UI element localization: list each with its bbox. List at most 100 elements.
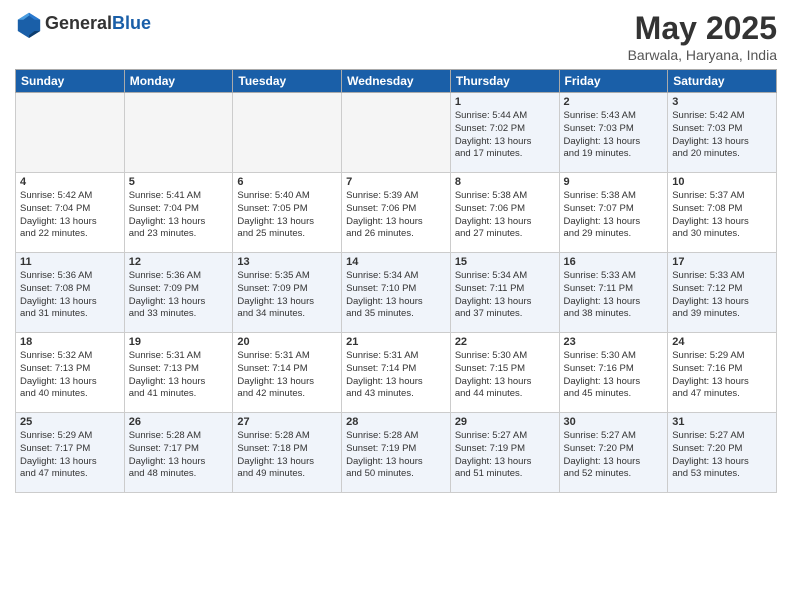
calendar-cell: 9 Sunrise: 5:38 AM Sunset: 7:07 PM Daylig… bbox=[559, 173, 668, 253]
day-number: 24 bbox=[672, 336, 772, 348]
calendar-cell: 7Sunrise: 5:39 AM Sunset: 7:06 PM Daylig… bbox=[342, 173, 451, 253]
header-cell-friday: Friday bbox=[559, 70, 668, 93]
day-info: Sunrise: 5:33 AM Sunset: 7:11 PM Dayligh… bbox=[564, 270, 664, 321]
day-number: 17 bbox=[672, 256, 772, 268]
title-block: May 2025 Barwala, Haryana, India bbox=[628, 10, 777, 63]
header-cell-thursday: Thursday bbox=[450, 70, 559, 93]
calendar-cell: 15 Sunrise: 5:34 AM Sunset: 7:11 PM Dayli… bbox=[450, 253, 559, 333]
day-info: Sunrise: 5:28 AM Sunset: 7:18 PM Dayligh… bbox=[237, 430, 337, 481]
day-number: 2 bbox=[564, 96, 664, 108]
calendar-cell: 31Sunrise: 5:27 AM Sunset: 7:20 PM Dayli… bbox=[668, 413, 777, 493]
day-info: Sunrise: 5:37 AM Sunset: 7:08 PM Dayligh… bbox=[672, 190, 772, 241]
day-info: Sunrise: 5:36 AM Sunset: 7:09 PM Dayligh… bbox=[129, 270, 229, 321]
day-info: Sunrise: 5:38 AM Sunset: 7:07 PM Dayligh… bbox=[564, 190, 664, 241]
day-number: 28 bbox=[346, 416, 446, 428]
day-number: 25 bbox=[20, 416, 120, 428]
logo-icon bbox=[15, 10, 43, 38]
calendar-cell: 17 Sunrise: 5:33 AM Sunset: 7:12 PM Dayli… bbox=[668, 253, 777, 333]
header: GeneralBlue May 2025 Barwala, Haryana, I… bbox=[15, 10, 777, 63]
day-number: 20 bbox=[237, 336, 337, 348]
header-cell-monday: Monday bbox=[124, 70, 233, 93]
calendar-cell: 21Sunrise: 5:31 AM Sunset: 7:14 PM Dayli… bbox=[342, 333, 451, 413]
day-info: Sunrise: 5:30 AM Sunset: 7:16 PM Dayligh… bbox=[564, 350, 664, 401]
calendar-cell bbox=[342, 93, 451, 173]
day-info: Sunrise: 5:31 AM Sunset: 7:13 PM Dayligh… bbox=[129, 350, 229, 401]
day-info: Sunrise: 5:34 AM Sunset: 7:11 PM Dayligh… bbox=[455, 270, 555, 321]
calendar-cell: 26Sunrise: 5:28 AM Sunset: 7:17 PM Dayli… bbox=[124, 413, 233, 493]
day-number: 22 bbox=[455, 336, 555, 348]
day-number: 9 bbox=[564, 176, 664, 188]
calendar-cell: 12 Sunrise: 5:36 AM Sunset: 7:09 PM Dayli… bbox=[124, 253, 233, 333]
calendar-cell: 5Sunrise: 5:41 AM Sunset: 7:04 PM Daylig… bbox=[124, 173, 233, 253]
day-number: 3 bbox=[672, 96, 772, 108]
day-number: 14 bbox=[346, 256, 446, 268]
day-number: 11 bbox=[20, 256, 120, 268]
calendar-header-row: SundayMondayTuesdayWednesdayThursdayFrid… bbox=[16, 70, 777, 93]
day-number: 10 bbox=[672, 176, 772, 188]
calendar-cell: 20 Sunrise: 5:31 AM Sunset: 7:14 PM Dayli… bbox=[233, 333, 342, 413]
day-number: 27 bbox=[237, 416, 337, 428]
day-number: 1 bbox=[455, 96, 555, 108]
calendar-page: GeneralBlue May 2025 Barwala, Haryana, I… bbox=[0, 0, 792, 612]
calendar-cell bbox=[16, 93, 125, 173]
day-number: 12 bbox=[129, 256, 229, 268]
calendar-cell: 28 Sunrise: 5:28 AM Sunset: 7:19 PM Dayli… bbox=[342, 413, 451, 493]
day-info: Sunrise: 5:43 AM Sunset: 7:03 PM Dayligh… bbox=[564, 110, 664, 161]
calendar-cell: 30Sunrise: 5:27 AM Sunset: 7:20 PM Dayli… bbox=[559, 413, 668, 493]
calendar-week-row: 4 Sunrise: 5:42 AM Sunset: 7:04 PM Daylig… bbox=[16, 173, 777, 253]
header-cell-sunday: Sunday bbox=[16, 70, 125, 93]
day-info: Sunrise: 5:29 AM Sunset: 7:17 PM Dayligh… bbox=[20, 430, 120, 481]
day-info: Sunrise: 5:32 AM Sunset: 7:13 PM Dayligh… bbox=[20, 350, 120, 401]
calendar-cell: 23 Sunrise: 5:30 AM Sunset: 7:16 PM Dayli… bbox=[559, 333, 668, 413]
calendar-cell bbox=[124, 93, 233, 173]
day-info: Sunrise: 5:31 AM Sunset: 7:14 PM Dayligh… bbox=[346, 350, 446, 401]
calendar-cell: 22Sunrise: 5:30 AM Sunset: 7:15 PM Dayli… bbox=[450, 333, 559, 413]
calendar-cell bbox=[233, 93, 342, 173]
calendar-cell: 2 Sunrise: 5:43 AM Sunset: 7:03 PM Daylig… bbox=[559, 93, 668, 173]
calendar-cell: 29 Sunrise: 5:27 AM Sunset: 7:19 PM Dayli… bbox=[450, 413, 559, 493]
calendar-cell: 16 Sunrise: 5:33 AM Sunset: 7:11 PM Dayli… bbox=[559, 253, 668, 333]
day-info: Sunrise: 5:34 AM Sunset: 7:10 PM Dayligh… bbox=[346, 270, 446, 321]
day-number: 5 bbox=[129, 176, 229, 188]
day-number: 18 bbox=[20, 336, 120, 348]
header-cell-wednesday: Wednesday bbox=[342, 70, 451, 93]
calendar-cell: 24Sunrise: 5:29 AM Sunset: 7:16 PM Dayli… bbox=[668, 333, 777, 413]
day-number: 8 bbox=[455, 176, 555, 188]
day-info: Sunrise: 5:36 AM Sunset: 7:08 PM Dayligh… bbox=[20, 270, 120, 321]
calendar-title: May 2025 bbox=[628, 10, 777, 47]
day-info: Sunrise: 5:42 AM Sunset: 7:04 PM Dayligh… bbox=[20, 190, 120, 241]
day-number: 19 bbox=[129, 336, 229, 348]
day-number: 6 bbox=[237, 176, 337, 188]
day-number: 13 bbox=[237, 256, 337, 268]
day-number: 15 bbox=[455, 256, 555, 268]
header-cell-tuesday: Tuesday bbox=[233, 70, 342, 93]
day-number: 31 bbox=[672, 416, 772, 428]
calendar-cell: 13 Sunrise: 5:35 AM Sunset: 7:09 PM Dayli… bbox=[233, 253, 342, 333]
logo-general: General bbox=[45, 13, 112, 33]
day-number: 16 bbox=[564, 256, 664, 268]
day-info: Sunrise: 5:33 AM Sunset: 7:12 PM Dayligh… bbox=[672, 270, 772, 321]
calendar-table: SundayMondayTuesdayWednesdayThursdayFrid… bbox=[15, 69, 777, 493]
logo: GeneralBlue bbox=[15, 10, 151, 38]
calendar-cell: 10 Sunrise: 5:37 AM Sunset: 7:08 PM Dayli… bbox=[668, 173, 777, 253]
day-info: Sunrise: 5:38 AM Sunset: 7:06 PM Dayligh… bbox=[455, 190, 555, 241]
calendar-cell: 27 Sunrise: 5:28 AM Sunset: 7:18 PM Dayli… bbox=[233, 413, 342, 493]
day-info: Sunrise: 5:35 AM Sunset: 7:09 PM Dayligh… bbox=[237, 270, 337, 321]
day-info: Sunrise: 5:27 AM Sunset: 7:19 PM Dayligh… bbox=[455, 430, 555, 481]
day-number: 4 bbox=[20, 176, 120, 188]
calendar-week-row: 25 Sunrise: 5:29 AM Sunset: 7:17 PM Dayli… bbox=[16, 413, 777, 493]
day-info: Sunrise: 5:39 AM Sunset: 7:06 PM Dayligh… bbox=[346, 190, 446, 241]
day-info: Sunrise: 5:42 AM Sunset: 7:03 PM Dayligh… bbox=[672, 110, 772, 161]
calendar-cell: 1Sunrise: 5:44 AM Sunset: 7:02 PM Daylig… bbox=[450, 93, 559, 173]
calendar-week-row: 11 Sunrise: 5:36 AM Sunset: 7:08 PM Dayli… bbox=[16, 253, 777, 333]
day-info: Sunrise: 5:28 AM Sunset: 7:17 PM Dayligh… bbox=[129, 430, 229, 481]
day-info: Sunrise: 5:28 AM Sunset: 7:19 PM Dayligh… bbox=[346, 430, 446, 481]
logo-blue: Blue bbox=[112, 13, 151, 33]
day-info: Sunrise: 5:31 AM Sunset: 7:14 PM Dayligh… bbox=[237, 350, 337, 401]
header-cell-saturday: Saturday bbox=[668, 70, 777, 93]
day-number: 29 bbox=[455, 416, 555, 428]
calendar-cell: 25 Sunrise: 5:29 AM Sunset: 7:17 PM Dayli… bbox=[16, 413, 125, 493]
calendar-cell: 18 Sunrise: 5:32 AM Sunset: 7:13 PM Dayli… bbox=[16, 333, 125, 413]
day-number: 23 bbox=[564, 336, 664, 348]
calendar-location: Barwala, Haryana, India bbox=[628, 47, 777, 63]
